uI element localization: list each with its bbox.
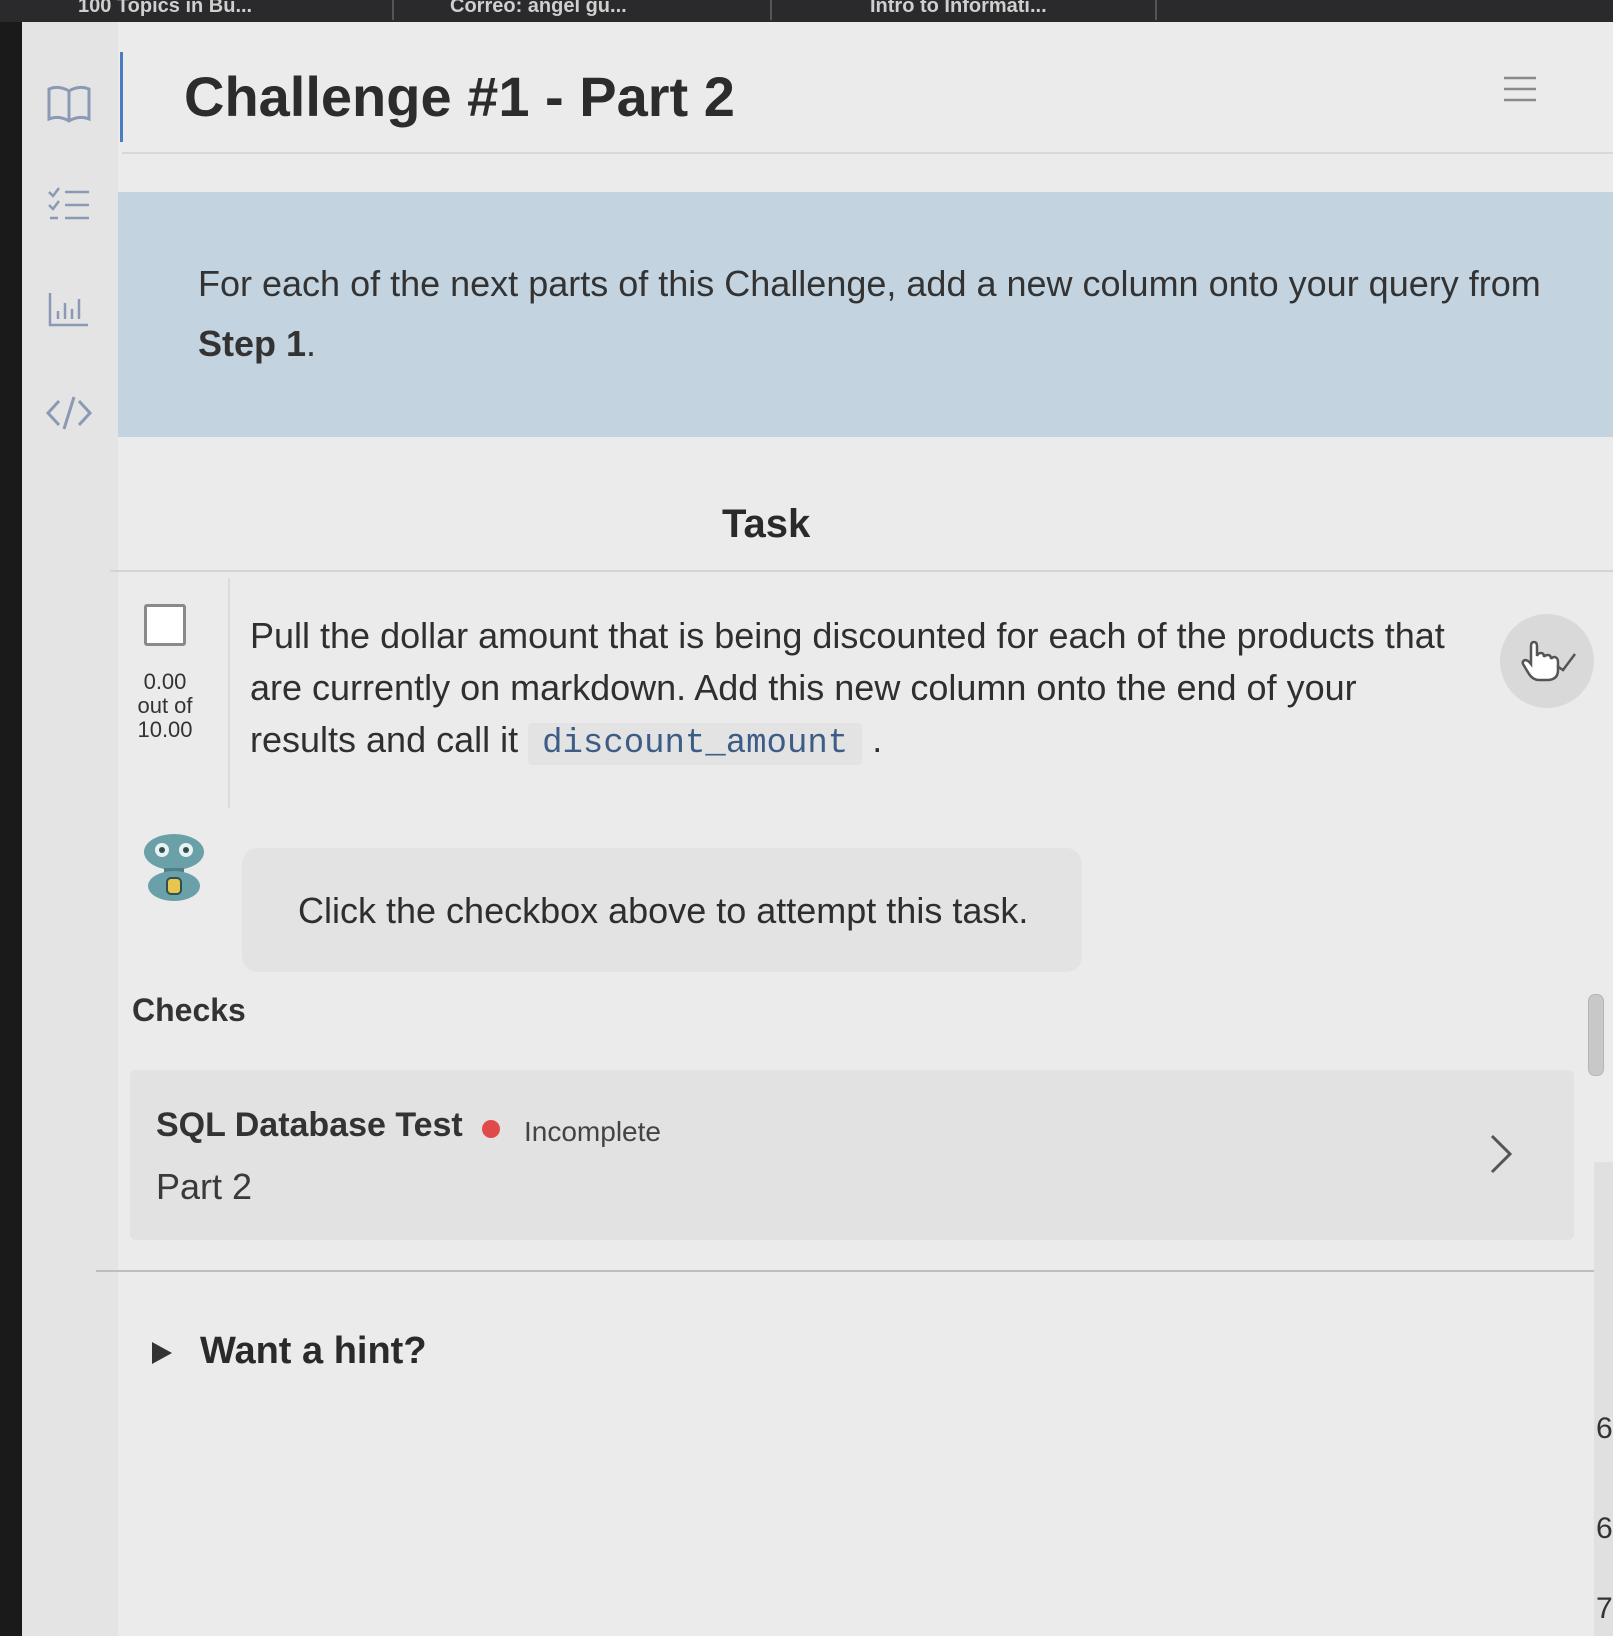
- task-score: 0.00 out of 10.00: [120, 670, 210, 742]
- browser-tab[interactable]: 100 Topics in Bu...: [78, 0, 338, 18]
- challenge-page: Challenge #1 - Part 2 For each of the ne…: [22, 22, 1613, 1636]
- status-dot-icon: [482, 1120, 500, 1138]
- score-max: 10.00: [137, 717, 193, 742]
- pointer-hand-icon: [1521, 640, 1576, 682]
- hint-divider: [96, 1270, 1613, 1272]
- task-checkbox[interactable]: [144, 604, 186, 646]
- bot-avatar: [138, 830, 210, 902]
- side-panel-number: 7: [1596, 1592, 1613, 1625]
- score-out-of: out of: [137, 693, 193, 718]
- right-side-panel: [1594, 1162, 1613, 1636]
- browser-tab-label: 100 Topics in Bu...: [78, 0, 253, 17]
- check-status: Incomplete: [524, 1116, 661, 1147]
- task-code-snippet: discount_amount: [528, 723, 863, 765]
- browser-tab-label: Intro to Informati...: [870, 0, 1047, 17]
- check-name: SQL Database Test: [156, 1106, 463, 1144]
- bot-message-text: Click the checkbox above to attempt this…: [298, 890, 1029, 931]
- bot-message: Click the checkbox above to attempt this…: [242, 848, 1082, 972]
- banner-text-part: For each of the next parts of this Chall…: [198, 263, 1541, 304]
- task-heading: Task: [722, 502, 811, 546]
- task-divider: [110, 570, 1613, 572]
- browser-tab-bar: 100 Topics in Bu... Correo: angel gu... …: [0, 0, 1613, 22]
- header-divider: [120, 52, 123, 142]
- book-icon[interactable]: [44, 78, 94, 128]
- score-value: 0.00: [143, 669, 187, 694]
- header-divider-line: [122, 152, 1613, 154]
- tab-separator: [392, 0, 394, 20]
- side-panel-number: 6: [1596, 1512, 1613, 1545]
- banner-text-part: .: [306, 323, 317, 364]
- page-title: Challenge #1 - Part 2: [184, 65, 735, 128]
- checklist-icon[interactable]: [44, 180, 94, 230]
- code-icon[interactable]: [44, 388, 94, 438]
- bar-chart-icon[interactable]: [44, 284, 94, 334]
- scrollbar-thumb[interactable]: [1588, 994, 1604, 1076]
- left-rail: [22, 22, 118, 1636]
- disclosure-triangle-icon[interactable]: [152, 1342, 172, 1364]
- browser-tab[interactable]: Correo: angel gu...: [450, 0, 730, 18]
- chevron-right-icon[interactable]: [1486, 1132, 1516, 1176]
- check-item[interactable]: SQL Database Test Incomplete Part 2: [130, 1070, 1574, 1240]
- task-left-divider: [228, 578, 230, 808]
- hamburger-menu-icon[interactable]: [1502, 74, 1538, 104]
- browser-tab-label: Correo: angel gu...: [450, 0, 627, 17]
- hint-toggle[interactable]: Want a hint?: [200, 1330, 427, 1373]
- task-description: Pull the dollar amount that is being dis…: [250, 610, 1450, 770]
- tab-separator: [1155, 0, 1157, 20]
- check-subtitle: Part 2: [156, 1166, 253, 1207]
- tab-separator: [770, 0, 772, 20]
- checks-heading: Checks: [132, 992, 246, 1028]
- browser-tab[interactable]: [1220, 0, 1500, 18]
- info-banner: For each of the next parts of this Chall…: [118, 192, 1613, 437]
- banner-step-link: Step 1: [198, 323, 307, 364]
- task-text-part: .: [862, 719, 883, 760]
- task-action-button[interactable]: [1500, 614, 1594, 708]
- browser-tab[interactable]: Intro to Informati...: [870, 0, 1130, 18]
- banner-text: For each of the next parts of this Chall…: [198, 254, 1558, 374]
- side-panel-number: 6: [1596, 1412, 1613, 1445]
